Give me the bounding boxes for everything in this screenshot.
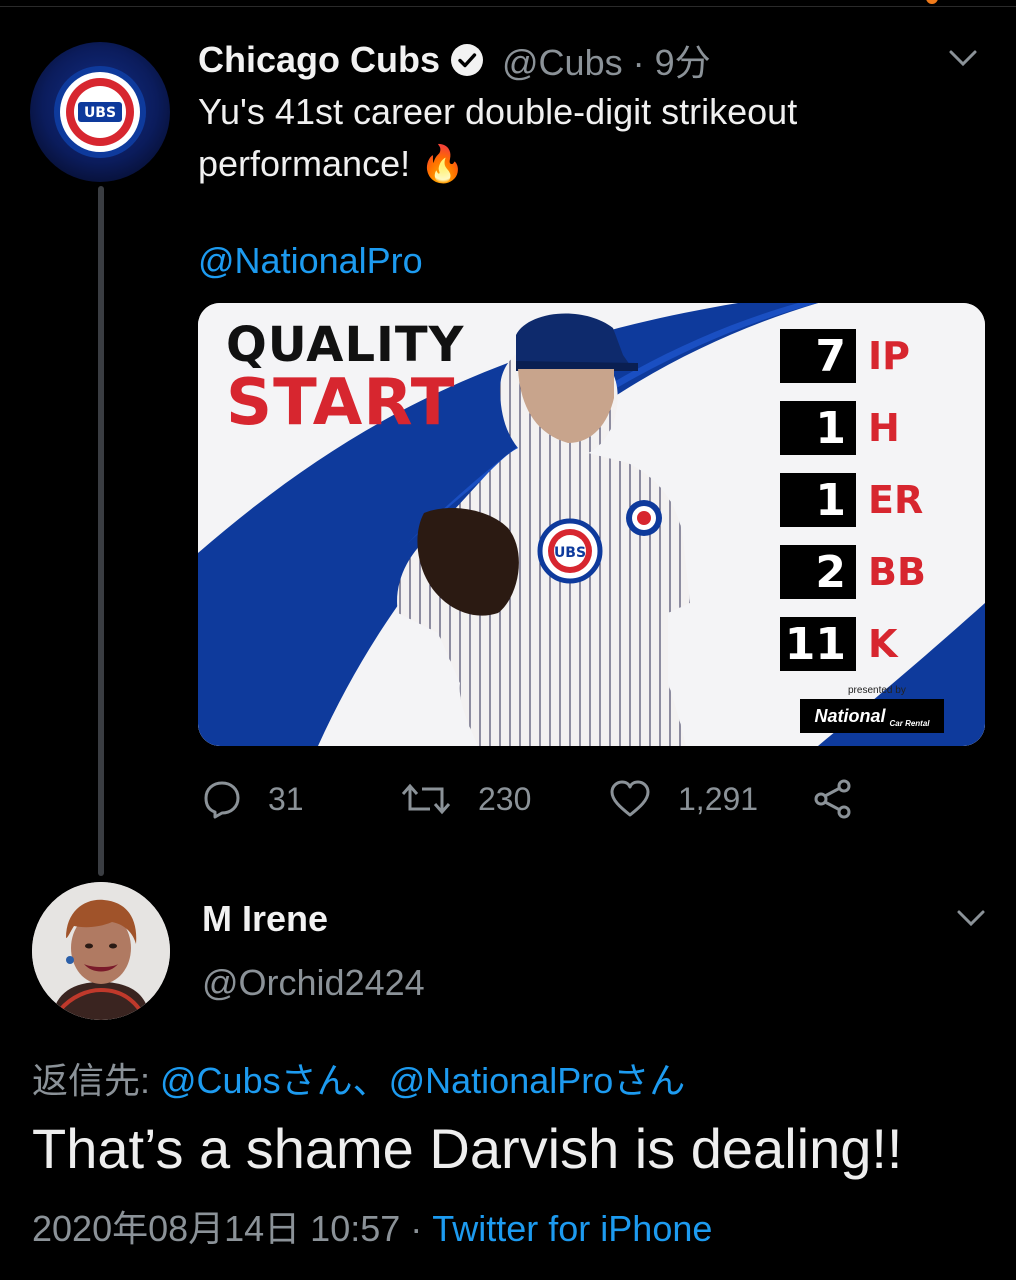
dot-separator: ·: [632, 42, 645, 83]
user-photo: [32, 882, 170, 1020]
title-line2: START: [226, 366, 456, 440]
cubs-avatar[interactable]: UBS: [30, 42, 170, 182]
heart-icon: [610, 780, 650, 817]
chevron-down-icon[interactable]: [948, 48, 978, 68]
stat-label: IP: [868, 334, 910, 378]
irene-avatar[interactable]: [32, 882, 170, 1020]
parent-author-row: Chicago Cubs @Cubs · 9分: [198, 36, 711, 84]
stat-row: 2 BB: [780, 545, 926, 599]
sponsor-name: National: [814, 705, 886, 726]
stat-row: 1 ER: [780, 473, 923, 527]
stat-value: 1: [780, 473, 856, 527]
notification-indicator: [926, 0, 938, 4]
retweet-count: 230: [478, 780, 532, 817]
like-button[interactable]: 1,291: [608, 776, 758, 822]
quality-start-title: QUALITY START: [226, 321, 464, 435]
verified-badge-icon: [451, 44, 484, 76]
chevron-down-icon[interactable]: [956, 908, 986, 928]
tweet-text-line1: Yu's 41st career double-digit strikeout: [198, 91, 798, 132]
svg-text:UBS: UBS: [84, 105, 116, 121]
replying-to: 返信先: @Cubsさん、@NationalProさん: [32, 1052, 685, 1104]
stat-value: 11: [780, 617, 856, 671]
reply-text: That’s a shame Darvish is dealing!!: [32, 1117, 903, 1180]
retweet-icon: [401, 783, 451, 815]
reply-author-name[interactable]: M Irene: [202, 898, 328, 940]
reply-count: 31: [268, 780, 304, 817]
tweet-text-line2: performance! 🔥: [198, 143, 465, 184]
tweet-meta: 2020年08月14日 10:57 · Twitter for iPhone: [32, 1200, 712, 1252]
tweet-actions: 31 230 1,291: [198, 776, 898, 822]
timestamp: 2020年08月14日 10:57: [32, 1208, 401, 1249]
stat-row: 1 H: [780, 401, 900, 455]
meta-separator: ·: [400, 1208, 433, 1249]
source-link[interactable]: Twitter for iPhone: [432, 1208, 712, 1249]
tweet-body: Yu's 41st career double-digit strikeout …: [198, 86, 958, 190]
stat-label: ER: [868, 478, 924, 522]
tweet-time: 9分: [654, 42, 711, 83]
sponsor-logo: National Car Rental: [800, 699, 944, 733]
stat-row: 7 IP: [780, 329, 910, 383]
stat-label: BB: [868, 550, 926, 594]
thread-line: [98, 186, 104, 876]
replying-to-label: 返信先:: [32, 1060, 161, 1101]
share-icon: [814, 779, 851, 819]
stat-label: K: [868, 622, 898, 666]
presented-by-label: presented by: [848, 685, 906, 696]
stat-label: H: [868, 406, 900, 450]
author-handle: @Cubs: [502, 42, 623, 83]
tweet-media-image[interactable]: UBS QUALITY START 7 IP 1 H 1 ER 2 BB 11 …: [198, 303, 985, 746]
svg-text:UBS: UBS: [554, 545, 586, 561]
reply-button[interactable]: 31: [202, 776, 304, 822]
reply-author-handle[interactable]: @Orchid2424: [202, 962, 425, 1004]
like-count: 1,291: [678, 780, 759, 817]
author-name[interactable]: Chicago Cubs: [198, 39, 440, 81]
sponsor-subtitle: Car Rental: [889, 718, 930, 728]
mention-link[interactable]: @NationalPro: [198, 240, 423, 282]
reply-icon: [204, 781, 240, 819]
retweet-button[interactable]: 230: [400, 776, 531, 822]
share-button[interactable]: [812, 776, 880, 822]
stat-value: 7: [780, 329, 856, 383]
top-divider: [0, 6, 1016, 7]
title-line1: QUALITY: [226, 317, 465, 373]
replying-to-mentions[interactable]: @Cubsさん、@NationalProさん: [160, 1060, 685, 1101]
handle-time: @Cubs · 9分: [502, 34, 711, 86]
stat-value: 1: [780, 401, 856, 455]
cubs-logo-icon: UBS: [54, 66, 146, 158]
stat-value: 2: [780, 545, 856, 599]
stat-row: 11 K: [780, 617, 897, 671]
